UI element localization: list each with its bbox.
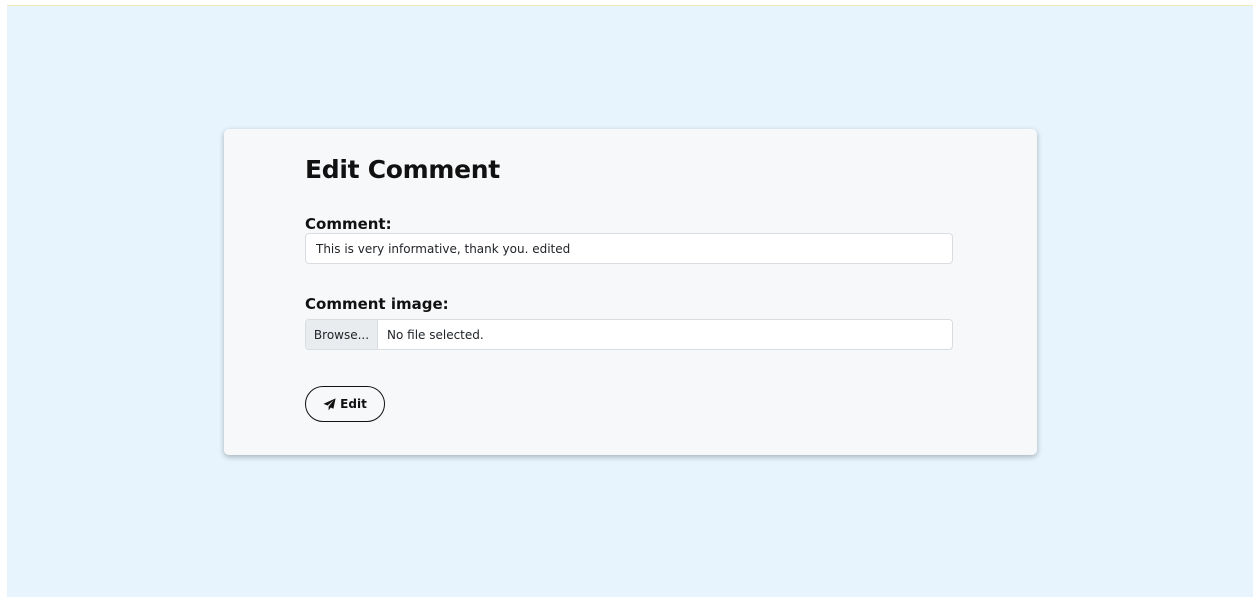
comment-label: Comment: [305,215,392,233]
paper-plane-icon [323,397,336,411]
file-status-text: No file selected. [387,327,484,342]
browse-button[interactable]: Browse... [306,320,378,349]
comment-image-file-input[interactable]: Browse... No file selected. [305,319,953,350]
page-title: Edit Comment [305,155,500,184]
edit-button-label: Edit [340,397,367,411]
page-background: Edit Comment Comment: Comment image: Bro… [7,5,1253,597]
edit-button[interactable]: Edit [305,386,385,422]
comment-image-label: Comment image: [305,295,449,313]
comment-input[interactable] [305,233,953,264]
edit-comment-card: Edit Comment Comment: Comment image: Bro… [224,129,1037,455]
